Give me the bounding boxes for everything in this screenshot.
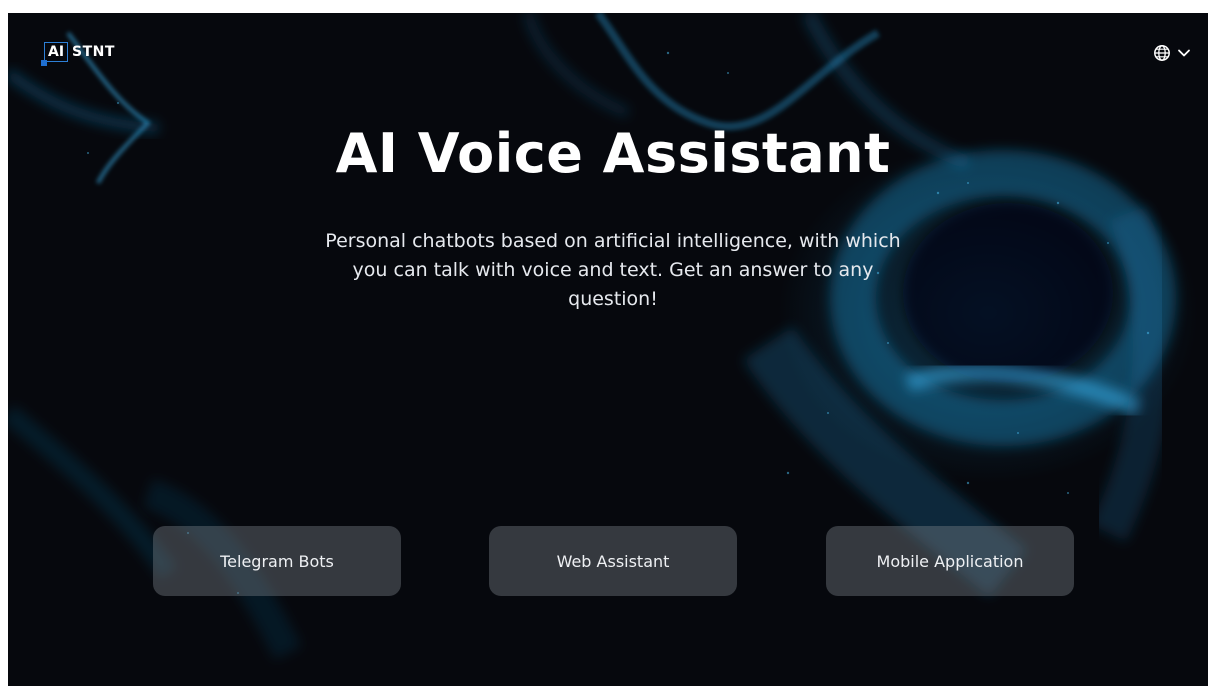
logo-corner-square bbox=[41, 60, 47, 66]
brand-logo[interactable]: AI STNT bbox=[41, 40, 115, 66]
logo-mark: AI bbox=[41, 42, 69, 66]
app-window: AI STNT AI Voice Assistant Personal chat… bbox=[8, 13, 1208, 686]
page-title: AI Voice Assistant bbox=[335, 122, 891, 185]
logo-mark-text: AI bbox=[48, 44, 65, 60]
logo-text: STNT bbox=[72, 44, 115, 60]
telegram-bots-button[interactable]: Telegram Bots bbox=[153, 526, 401, 596]
globe-icon bbox=[1154, 45, 1170, 61]
mobile-application-button[interactable]: Mobile Application bbox=[826, 526, 1074, 596]
web-assistant-button[interactable]: Web Assistant bbox=[489, 526, 737, 596]
hero-subtitle: Personal chatbots based on artificial in… bbox=[325, 230, 901, 310]
chevron-down-icon bbox=[1178, 49, 1190, 57]
language-selector[interactable] bbox=[1153, 44, 1191, 62]
